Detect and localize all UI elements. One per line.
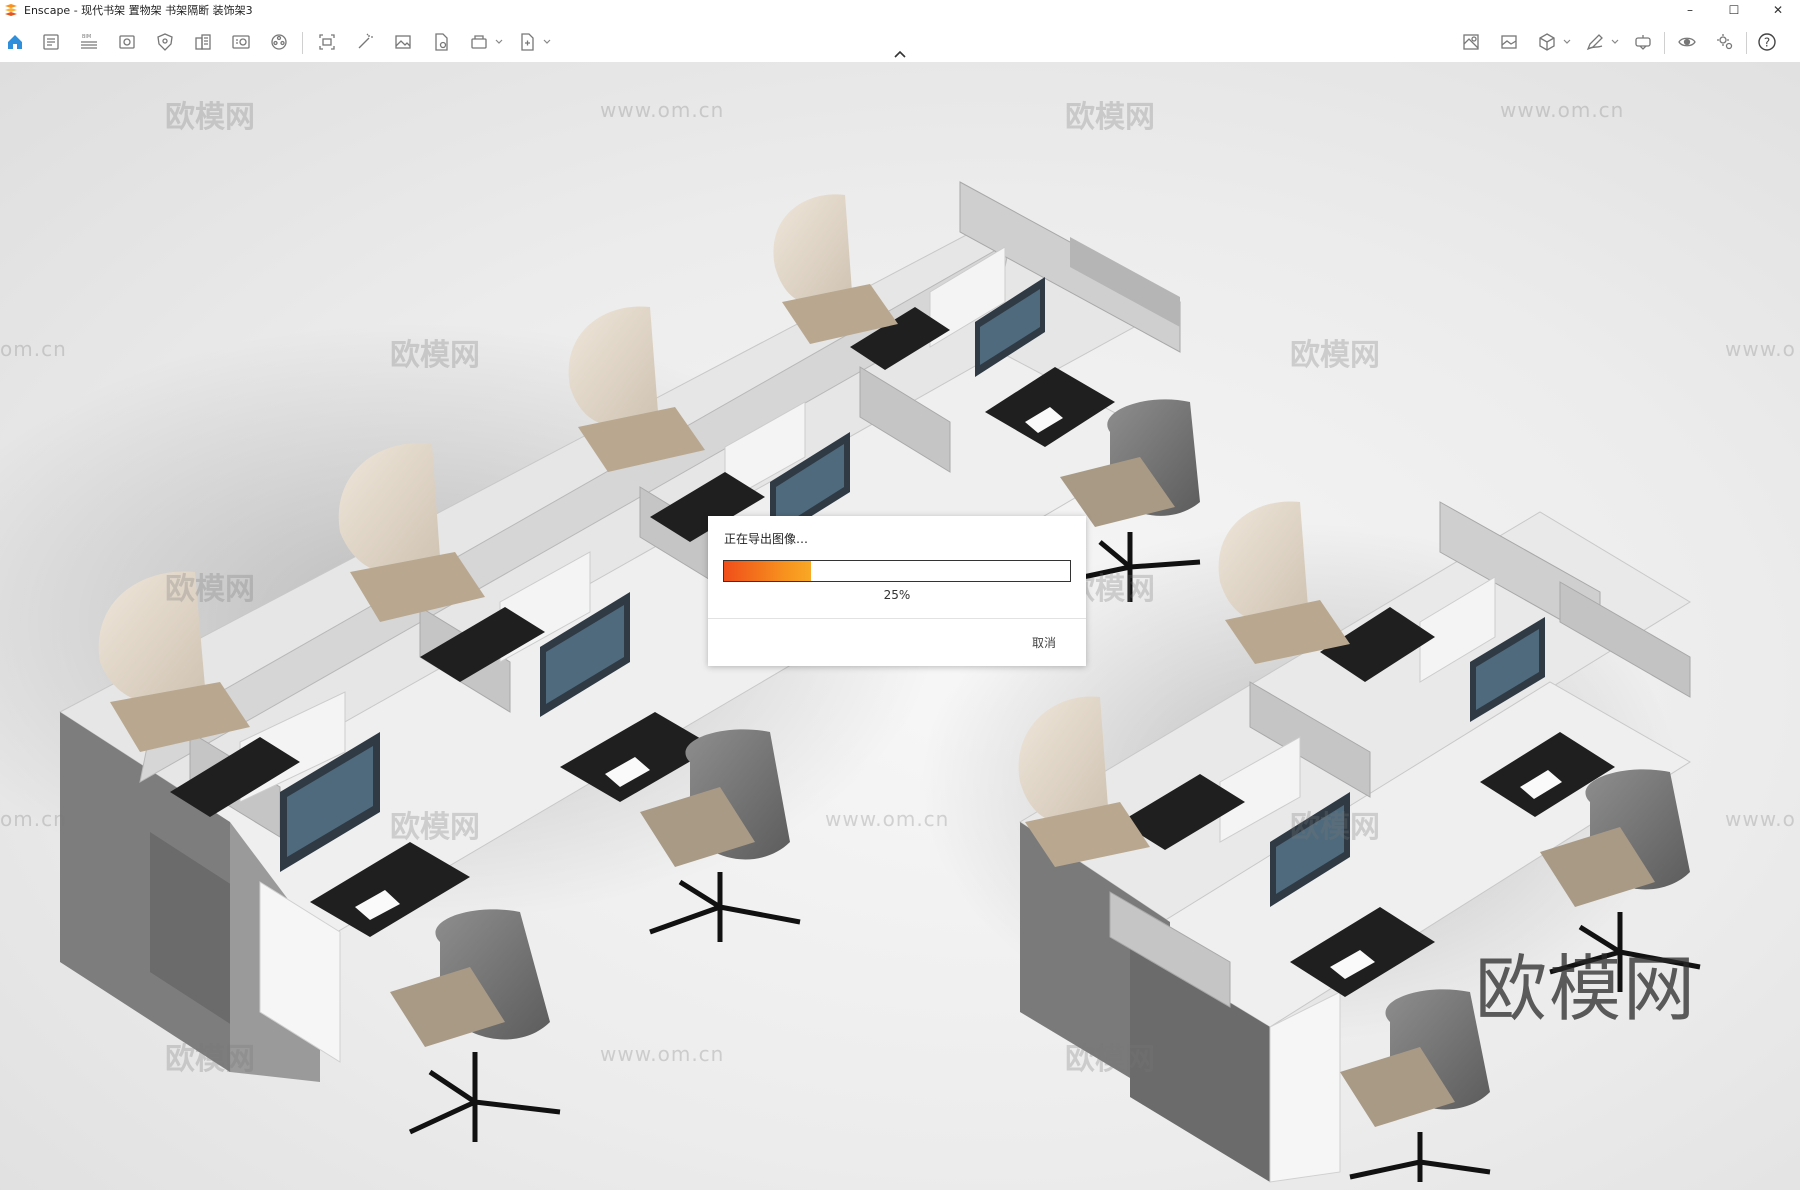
watermark-url: www.om.cn — [600, 98, 725, 122]
shield-icon[interactable] — [154, 31, 176, 53]
watermark-url: www.om.cn — [600, 1042, 725, 1066]
video-editor-icon[interactable] — [268, 31, 290, 53]
progress-fill — [724, 561, 811, 581]
office-chair — [390, 909, 561, 1142]
home-icon[interactable] — [4, 31, 26, 53]
watermark-text: 欧模网 — [1065, 100, 1155, 135]
chevron-up-icon[interactable] — [890, 48, 910, 60]
toolbar-separator — [1746, 32, 1747, 54]
cube-icon[interactable] — [1536, 31, 1558, 53]
cancel-button[interactable]: 取消 — [1032, 634, 1056, 651]
image-compare-icon[interactable] — [1498, 31, 1520, 53]
window-controls: – ☐ ✕ — [1668, 0, 1800, 20]
dialog-divider — [708, 618, 1086, 619]
watermark-url: www.o — [1725, 807, 1796, 831]
magic-icon[interactable] — [354, 31, 376, 53]
help-label: ? — [1764, 36, 1770, 50]
bim-icon[interactable]: BIM — [78, 31, 100, 53]
batch-render-dropdown-icon[interactable] — [494, 37, 504, 47]
watermark-text: 欧模网 — [1290, 338, 1380, 373]
bim-badge: BIM — [82, 34, 91, 40]
building-icon[interactable] — [192, 31, 214, 53]
watermark-url: www.om.cn — [825, 807, 950, 831]
visibility-icon[interactable] — [1676, 31, 1698, 53]
close-button[interactable]: ✕ — [1756, 0, 1800, 20]
screenshot-icon[interactable] — [316, 31, 338, 53]
maximize-button[interactable]: ☐ — [1712, 0, 1756, 20]
pen-dropdown-icon[interactable] — [1610, 37, 1620, 47]
view-icon[interactable] — [116, 31, 138, 53]
enscape-app-window: Enscape - 现代书架 置物架 书架隔断 装饰架3 – ☐ ✕ BIM ?… — [0, 0, 1800, 1190]
enscape-logo-icon — [5, 4, 17, 16]
watermark-text: 欧模网 — [390, 338, 480, 373]
minimize-button[interactable]: – — [1668, 0, 1712, 20]
export-progress-dialog: 正在导出图像… 25% 取消 — [708, 516, 1086, 666]
export-progress-bar — [723, 560, 1071, 582]
watermark-text: 欧模网 — [390, 810, 480, 845]
help-icon[interactable]: ? — [1756, 31, 1778, 53]
watermark-url: www.o — [1725, 337, 1796, 361]
pen-icon[interactable] — [1584, 31, 1606, 53]
watermark-text: 欧模网 — [165, 100, 255, 135]
settings-document-icon[interactable] — [40, 31, 62, 53]
watermark-text: 欧模网 — [165, 572, 255, 607]
export-icon[interactable] — [516, 31, 538, 53]
office-chair — [773, 194, 898, 344]
toolbar-separator — [1664, 32, 1665, 54]
export-dropdown-icon[interactable] — [542, 37, 552, 47]
watermark-text: 欧模网 — [1065, 1042, 1155, 1077]
watermark-text: 欧模网 — [1290, 810, 1380, 845]
settings-icon[interactable] — [1714, 31, 1736, 53]
vr-headset-icon[interactable] — [1632, 31, 1654, 53]
watermark-url: om.cn — [0, 337, 67, 361]
batch-render-icon[interactable] — [468, 31, 490, 53]
watermark-url: om.cn — [0, 807, 67, 831]
watermark-text: 欧模网 — [165, 1042, 255, 1077]
watermark-url: www.om.cn — [1500, 98, 1625, 122]
brand-watermark: 欧模网 — [1475, 947, 1698, 1031]
cube-dropdown-icon[interactable] — [1562, 37, 1572, 47]
title-bar: Enscape - 现代书架 置物架 书架隔断 装饰架3 – ☐ ✕ — [0, 0, 1800, 20]
image-icon[interactable] — [392, 31, 414, 53]
file-info-icon[interactable] — [430, 31, 452, 53]
window-title: Enscape - 现代书架 置物架 书架隔断 装饰架3 — [24, 4, 253, 17]
map-icon[interactable] — [1460, 31, 1482, 53]
asset-library-icon[interactable] — [230, 31, 252, 53]
toolbar-separator — [302, 32, 303, 54]
dialog-title: 正在导出图像… — [724, 532, 809, 546]
progress-percent-label: 25% — [883, 588, 911, 602]
